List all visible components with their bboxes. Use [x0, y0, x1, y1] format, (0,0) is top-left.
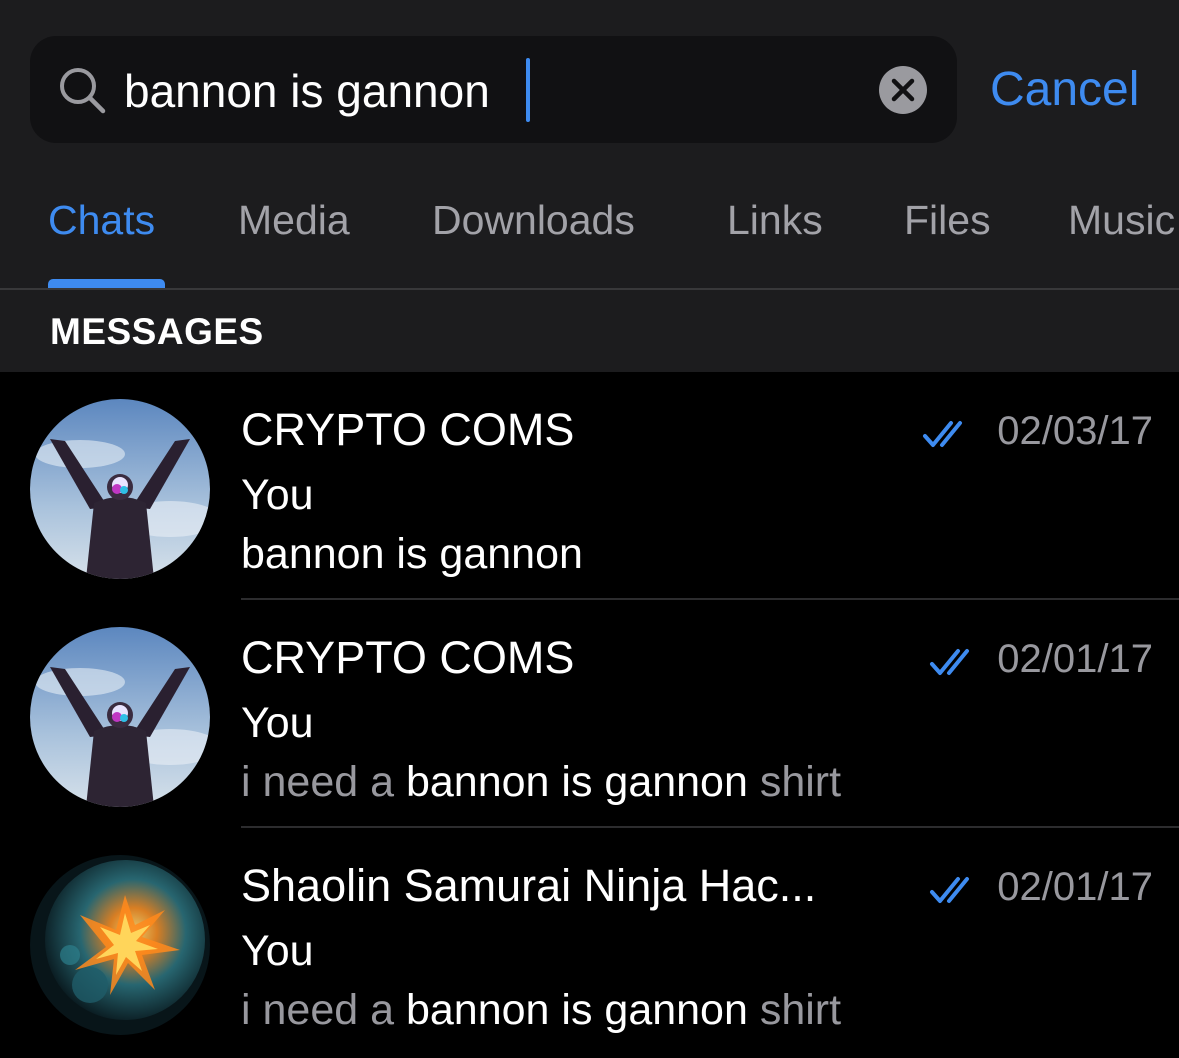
- tab-chats[interactable]: Chats: [48, 192, 155, 248]
- tab-files[interactable]: Files: [904, 192, 991, 248]
- clear-icon: [891, 78, 915, 102]
- avatar: [30, 627, 210, 807]
- chat-title: CRYPTO COMS: [241, 632, 575, 683]
- message-preview: bannon is gannon: [241, 527, 583, 581]
- search-icon: [60, 68, 106, 114]
- chat-title: Shaolin Samurai Ninja Hac...: [241, 860, 817, 911]
- preview-text-before: i need a: [241, 758, 406, 806]
- message-sender: You: [241, 927, 314, 975]
- tab-links[interactable]: Links: [727, 192, 823, 248]
- preview-text-after: shirt: [747, 758, 842, 806]
- preview-match: bannon is gannon: [241, 530, 583, 578]
- search-result-row[interactable]: CRYPTO COMS 02/03/17 You bannon is ganno…: [0, 372, 1179, 600]
- search-header: bannon is gannon Cancel Chats Media Down…: [0, 0, 1179, 289]
- search-result-row[interactable]: Shaolin Samurai Ninja Hac... 02/01/17 Yo…: [0, 828, 1179, 1056]
- double-check-icon: [930, 649, 969, 675]
- message-sender: You: [241, 471, 314, 519]
- section-header: MESSAGES: [0, 290, 1179, 372]
- tab-music[interactable]: Music: [1068, 192, 1175, 248]
- double-check-icon: [923, 421, 962, 447]
- search-result-row[interactable]: CRYPTO COMS 02/01/17 You i need a bannon…: [0, 600, 1179, 828]
- preview-match: bannon is gannon: [405, 758, 748, 806]
- message-sender: You: [241, 699, 314, 747]
- chat-title: CRYPTO COMS: [241, 404, 575, 455]
- tab-media[interactable]: Media: [238, 192, 350, 248]
- cancel-button[interactable]: Cancel: [990, 58, 1139, 122]
- preview-text-before: i need a: [241, 986, 406, 1034]
- text-caret: [526, 58, 530, 122]
- section-title: MESSAGES: [50, 311, 264, 352]
- avatar: [30, 399, 210, 579]
- search-input[interactable]: bannon is gannon: [124, 60, 490, 122]
- avatar: [30, 855, 210, 1035]
- message-date: 02/03/17: [997, 409, 1153, 453]
- preview-text-after: shirt: [747, 986, 842, 1034]
- message-preview: i need a bannon is gannon shirt: [241, 983, 841, 1037]
- message-date: 02/01/17: [997, 865, 1153, 909]
- tab-downloads[interactable]: Downloads: [432, 192, 635, 248]
- double-check-icon: [930, 877, 969, 903]
- message-date: 02/01/17: [997, 637, 1153, 681]
- message-preview: i need a bannon is gannon shirt: [241, 755, 841, 809]
- preview-match: bannon is gannon: [405, 986, 748, 1034]
- clear-search-button[interactable]: [879, 66, 927, 114]
